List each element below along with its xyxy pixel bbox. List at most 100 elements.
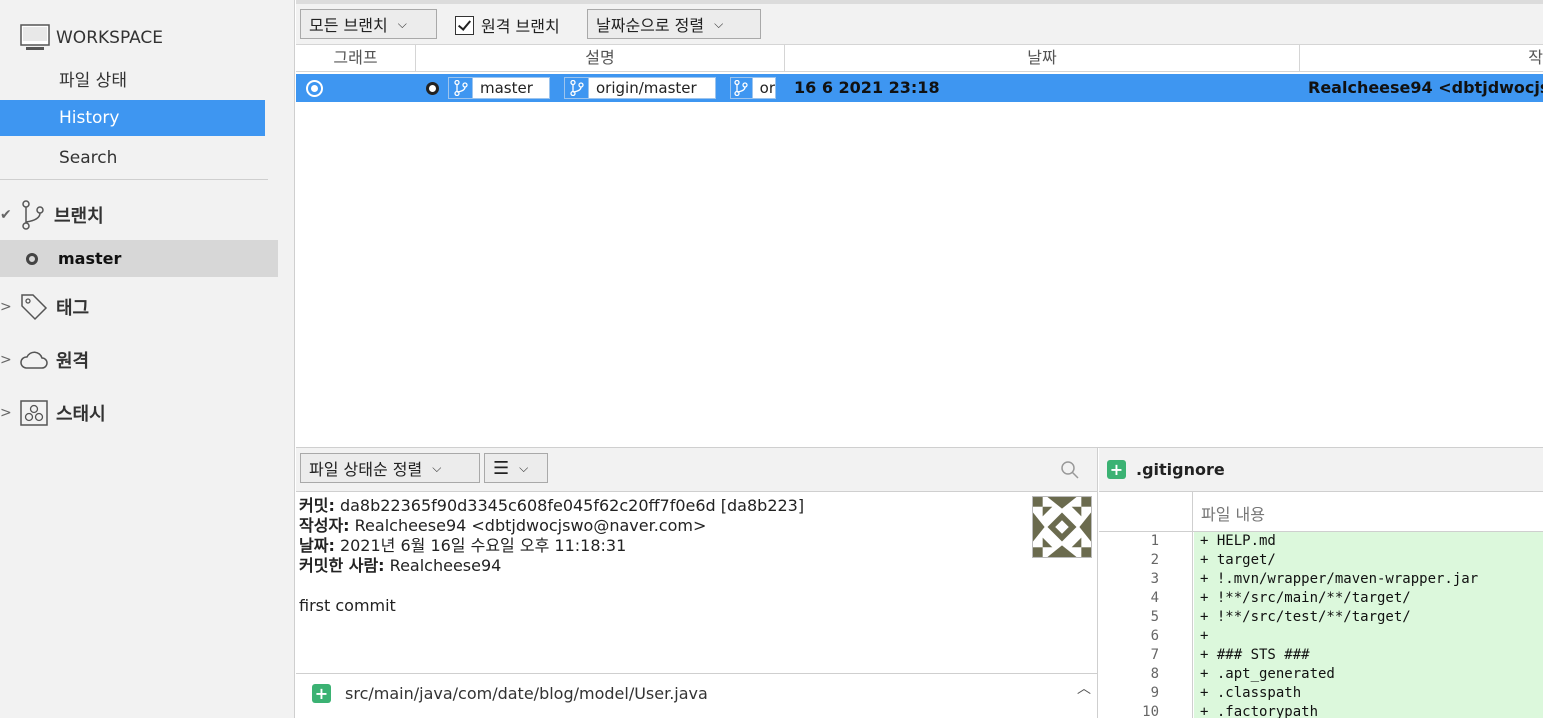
diff-line: + target/ <box>1200 552 1276 568</box>
current-branch-icon <box>26 252 38 265</box>
diff-line: + .classpath <box>1200 685 1302 701</box>
file-path: src/main/java/com/date/blog/model/User.j… <box>345 684 708 703</box>
column-date[interactable]: 날짜 <box>785 45 1300 72</box>
ref-tag-label: origin/master <box>596 79 697 97</box>
line-number: 1 <box>1150 533 1159 549</box>
ref-tag-master[interactable]: master <box>448 77 550 99</box>
diff-gutter-header <box>1099 492 1193 532</box>
line-number: 6 <box>1150 628 1159 644</box>
diff-subheader: 파일 내용 <box>1099 492 1543 532</box>
section-tags[interactable]: > 태그 <box>0 290 89 324</box>
branch-icon <box>22 200 44 230</box>
chevron-down-icon: ⌵ <box>397 16 407 31</box>
diff-line: + ### STS ### <box>1200 647 1310 663</box>
commit-date-label: 날짜: <box>299 536 335 555</box>
column-graph[interactable]: 그래프 <box>296 45 416 72</box>
commit-message: first commit <box>299 596 396 615</box>
chevron-right-icon: > <box>0 405 12 421</box>
history-toolbar: 모든 브랜치 ⌵ 원격 브랜치 날짜순으로 정렬 ⌵ <box>296 0 1543 44</box>
diff-hunk-label: 파일 내용 <box>1201 505 1265 524</box>
search-icon[interactable] <box>1060 460 1080 480</box>
section-branches[interactable]: ✔ 브랜치 <box>0 198 104 232</box>
file-sort-dropdown[interactable]: 파일 상태순 정렬 ⌵ <box>300 453 480 483</box>
section-stashes[interactable]: > 스태시 <box>0 396 106 430</box>
view-mode-dropdown[interactable]: ☰ ⌵ <box>484 453 548 483</box>
branch-icon <box>565 78 589 98</box>
diff-line: + !**/src/test/**/target/ <box>1200 609 1411 625</box>
commit-author-value: Realcheese94 <dbtjdwocjswo@naver.com> <box>354 516 707 535</box>
branch-item-label: master <box>58 249 122 268</box>
file-list-item[interactable]: + src/main/java/com/date/blog/model/User… <box>312 684 708 703</box>
sidebar: WORKSPACE 파일 상태 History Search ✔ 브랜치 mas… <box>0 0 295 718</box>
commit-committer-line: 커밋한 사람: Realcheese94 <box>299 556 1097 576</box>
remote-branches-checkbox[interactable]: 원격 브랜치 <box>455 13 560 37</box>
chevron-right-icon: > <box>0 299 12 315</box>
commit-committer-value: Realcheese94 <box>389 556 502 575</box>
avatar <box>1032 496 1092 558</box>
line-number: 9 <box>1150 685 1159 701</box>
branch-item-master[interactable]: master <box>0 240 278 277</box>
sort-order-dropdown[interactable]: 날짜순으로 정렬 ⌵ <box>587 9 761 39</box>
commit-author-label: 작성자: <box>299 516 350 535</box>
section-tags-label: 태그 <box>56 298 90 319</box>
line-number: 5 <box>1150 609 1159 625</box>
branch-filter-value: 모든 브랜치 <box>309 16 388 35</box>
commit-author-line: 작성자: Realcheese94 <dbtjdwocjswo@naver.co… <box>299 516 1097 536</box>
nav-file-status[interactable]: 파일 상태 <box>0 63 265 99</box>
ref-tag-label: or <box>759 79 775 97</box>
diff-code: + HELP.md + target/ + !.mvn/wrapper/mave… <box>1194 532 1543 718</box>
line-number: 3 <box>1150 571 1159 587</box>
diff-header: + .gitignore <box>1099 448 1543 492</box>
section-remotes[interactable]: > 원격 <box>0 343 89 377</box>
line-number: 4 <box>1150 590 1159 606</box>
diff-file-name: .gitignore <box>1136 460 1225 479</box>
file-list-toolbar: 파일 상태순 정렬 ⌵ ☰ ⌵ <box>296 448 1098 492</box>
tag-icon <box>21 294 48 321</box>
checkmark-icon: ✔ <box>0 207 12 223</box>
commit-hash-line: 커밋: da8b22365f90d3345c608fe045f62c20ff7f… <box>299 496 1097 516</box>
diff-line: + .apt_generated <box>1200 666 1335 682</box>
line-number: 2 <box>1150 552 1159 568</box>
ref-tag-truncated[interactable]: or <box>730 77 776 99</box>
stash-icon <box>20 400 48 426</box>
section-stashes-label: 스태시 <box>56 404 106 425</box>
nav-history[interactable]: History <box>0 100 265 136</box>
column-description[interactable]: 설명 <box>416 45 785 72</box>
line-number: 7 <box>1150 647 1159 663</box>
commit-date-value: 2021년 6월 16일 수요일 오후 11:18:31 <box>339 536 627 555</box>
commit-hash-label: 커밋: <box>299 496 335 515</box>
nav-search[interactable]: Search <box>0 140 265 176</box>
chevron-right-icon: > <box>0 352 12 368</box>
ref-tag-origin-master[interactable]: origin/master <box>564 77 716 99</box>
history-list-area <box>296 102 1543 448</box>
added-file-icon: + <box>1107 460 1126 479</box>
commit-author: Realcheese94 <dbtjdwocjsw <box>1308 78 1543 97</box>
chevron-down-icon: ⌵ <box>714 16 724 31</box>
history-column-header: 그래프 설명 날짜 작 <box>296 44 1543 72</box>
graph-node-icon <box>306 80 323 97</box>
sidebar-divider <box>0 179 268 180</box>
commit-details: 커밋: da8b22365f90d3345c608fe045f62c20ff7f… <box>296 492 1098 674</box>
remote-branches-label: 원격 브랜치 <box>481 17 560 36</box>
line-number-gutter: 1 2 3 4 5 6 7 8 9 10 <box>1099 532 1193 718</box>
diff-line: + .factorypath <box>1200 704 1319 718</box>
ref-tag-label: master <box>480 79 533 97</box>
diff-line: + HELP.md <box>1200 533 1276 549</box>
list-icon: ☰ <box>493 457 510 479</box>
head-dot-icon <box>426 82 439 95</box>
section-remotes-label: 원격 <box>56 351 90 372</box>
column-author[interactable]: 작 <box>1300 45 1543 72</box>
commit-date: 16 6 2021 23:18 <box>794 78 940 97</box>
line-number: 8 <box>1150 666 1159 682</box>
branch-icon <box>731 78 753 98</box>
scroll-up-icon[interactable]: ︿ <box>1077 678 1091 698</box>
commit-committer-label: 커밋한 사람: <box>299 556 385 575</box>
branch-filter-dropdown[interactable]: 모든 브랜치 ⌵ <box>300 9 437 39</box>
diff-body: 1 2 3 4 5 6 7 8 9 10 + HELP.md + target/… <box>1099 532 1543 718</box>
cloud-icon <box>20 351 48 369</box>
checkbox-checked-icon <box>455 15 474 35</box>
chevron-down-icon: ⌵ <box>432 460 442 475</box>
commit-row[interactable]: master origin/master or 16 6 2021 23:18 … <box>296 74 1543 102</box>
commit-date-line: 날짜: 2021년 6월 16일 수요일 오후 11:18:31 <box>299 536 1097 556</box>
commit-hash-value: da8b22365f90d3345c608fe045f62c20ff7f0e6d… <box>339 496 805 515</box>
